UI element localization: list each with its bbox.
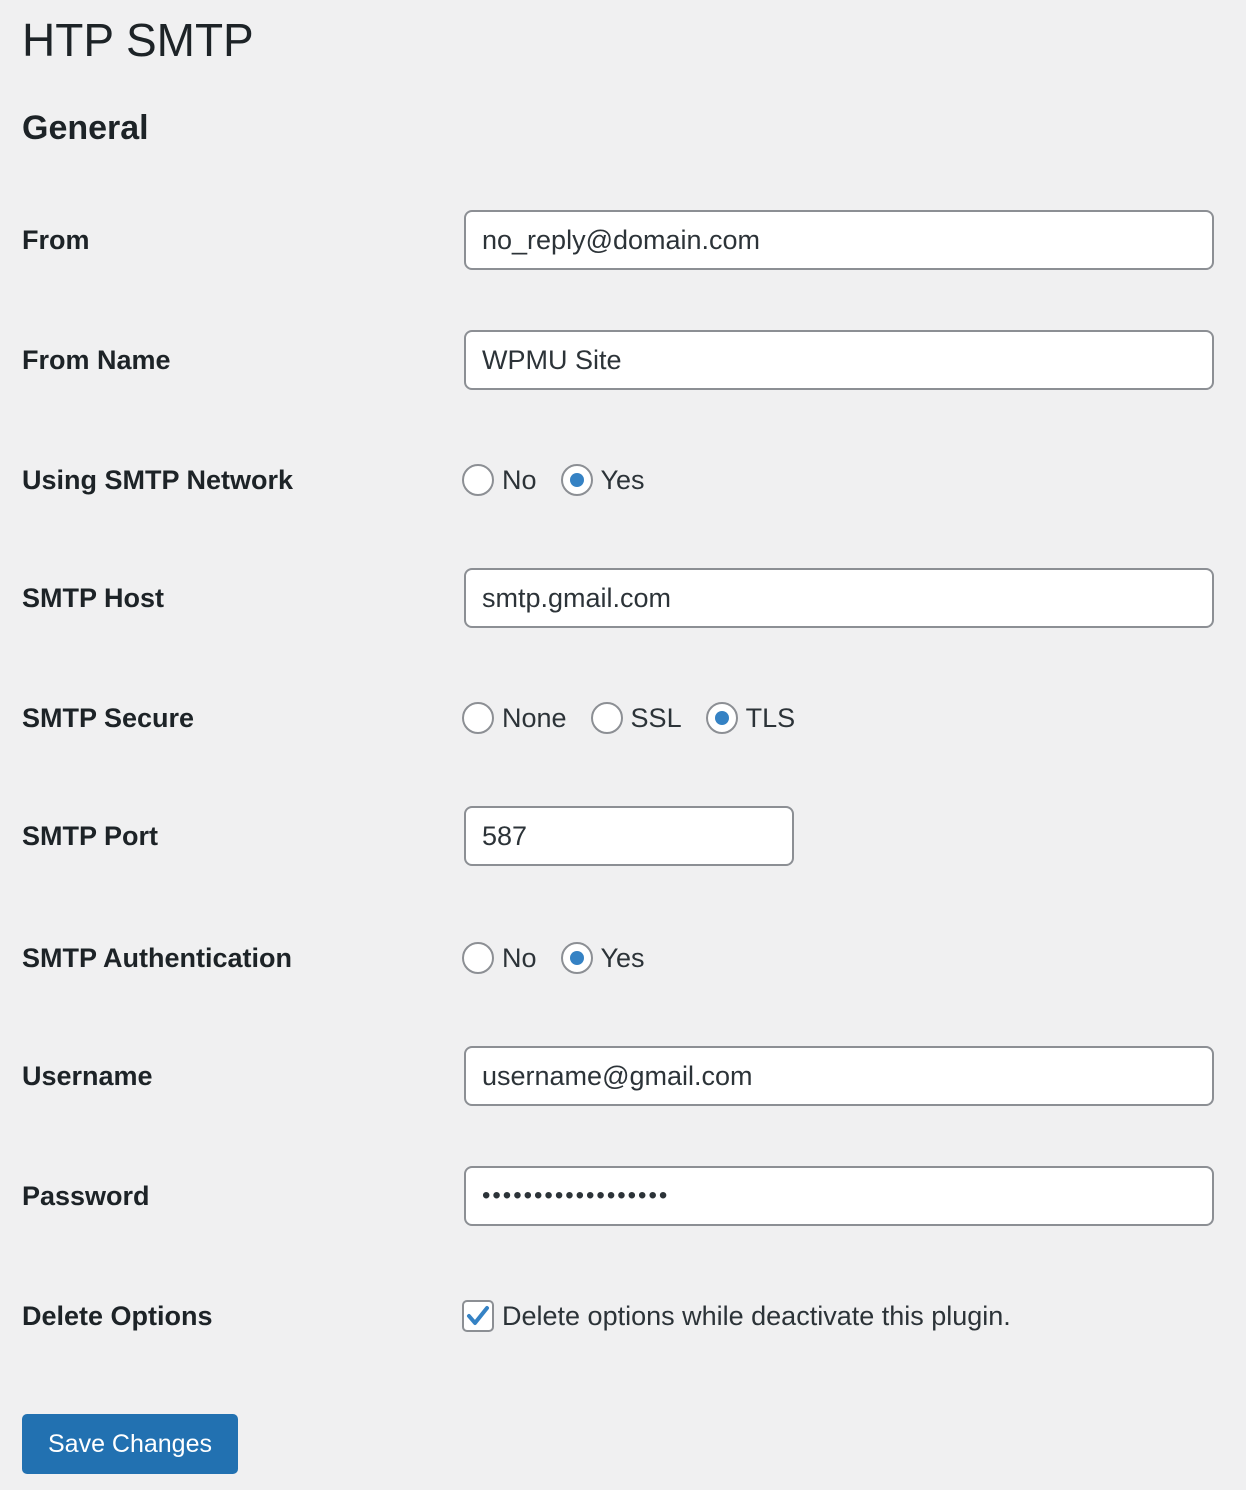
row-from: From <box>0 210 1246 270</box>
row-password: Password <box>0 1166 1246 1226</box>
smtp-port-label: SMTP Port <box>22 821 159 851</box>
radio-label: No <box>502 464 537 495</box>
from-label: From <box>22 225 90 255</box>
row-smtp-secure: SMTP Secure None SSL TLS <box>0 688 1246 748</box>
radio-button[interactable] <box>462 464 494 496</box>
radio-label: Yes <box>600 942 645 973</box>
radio-label: Yes <box>600 464 645 495</box>
smtp-auth-option-no[interactable]: No <box>462 942 537 974</box>
smtp-host-input[interactable] <box>464 568 1214 628</box>
row-smtp-port: SMTP Port <box>0 806 1246 866</box>
smtp-network-radio-group: No Yes <box>462 450 669 510</box>
checkmark-icon <box>467 1306 489 1325</box>
smtp-port-input[interactable] <box>464 806 794 866</box>
row-from-name: From Name <box>0 330 1246 390</box>
row-smtp-auth: SMTP Authentication No Yes <box>0 928 1246 988</box>
radio-label: None <box>502 702 567 733</box>
smtp-auth-radio-group: No Yes <box>462 928 669 988</box>
row-smtp-host: SMTP Host <box>0 568 1246 628</box>
row-delete-options: Delete Options Delete options while deac… <box>0 1286 1246 1346</box>
section-title: General <box>22 109 149 147</box>
from-input[interactable] <box>464 210 1214 270</box>
save-changes-button[interactable]: Save Changes <box>22 1414 238 1474</box>
smtp-secure-radio-group: None SSL TLS <box>462 688 819 748</box>
smtp-network-option-yes[interactable]: Yes <box>560 464 645 496</box>
smtp-network-label: Using SMTP Network <box>22 465 294 495</box>
radio-label: No <box>502 942 537 973</box>
delete-options-checkbox-wrap[interactable]: Delete options while deactivate this plu… <box>462 1286 1011 1346</box>
smtp-network-option-no[interactable]: No <box>462 464 537 496</box>
radio-button[interactable] <box>560 942 593 974</box>
smtp-host-label: SMTP Host <box>22 583 165 613</box>
radio-label: SSL <box>630 702 682 733</box>
smtp-secure-label: SMTP Secure <box>22 703 195 733</box>
from-name-input[interactable] <box>464 330 1214 390</box>
password-label: Password <box>22 1181 150 1211</box>
radio-button[interactable] <box>560 464 593 496</box>
radio-button[interactable] <box>462 942 494 974</box>
delete-options-checkbox-label: Delete options while deactivate this plu… <box>502 1300 1011 1331</box>
radio-button[interactable] <box>590 702 623 734</box>
row-smtp-network: Using SMTP Network No Yes <box>0 450 1246 510</box>
smtp-auth-label: SMTP Authentication <box>22 943 292 973</box>
page-title: HTP SMTP <box>22 14 254 66</box>
username-input[interactable] <box>464 1046 1214 1106</box>
radio-label: TLS <box>745 702 796 733</box>
delete-options-checkbox[interactable] <box>462 1300 494 1332</box>
from-name-label: From Name <box>22 345 171 375</box>
username-label: Username <box>22 1061 153 1091</box>
smtp-auth-option-yes[interactable]: Yes <box>560 942 645 974</box>
password-input[interactable] <box>464 1166 1214 1226</box>
smtp-secure-option-none[interactable]: None <box>462 702 567 734</box>
smtp-secure-option-ssl[interactable]: SSL <box>590 702 682 734</box>
delete-options-label: Delete Options <box>22 1301 213 1331</box>
smtp-secure-option-tls[interactable]: TLS <box>705 702 796 734</box>
row-username: Username <box>0 1046 1246 1106</box>
radio-button[interactable] <box>705 702 738 734</box>
radio-button[interactable] <box>462 702 494 734</box>
